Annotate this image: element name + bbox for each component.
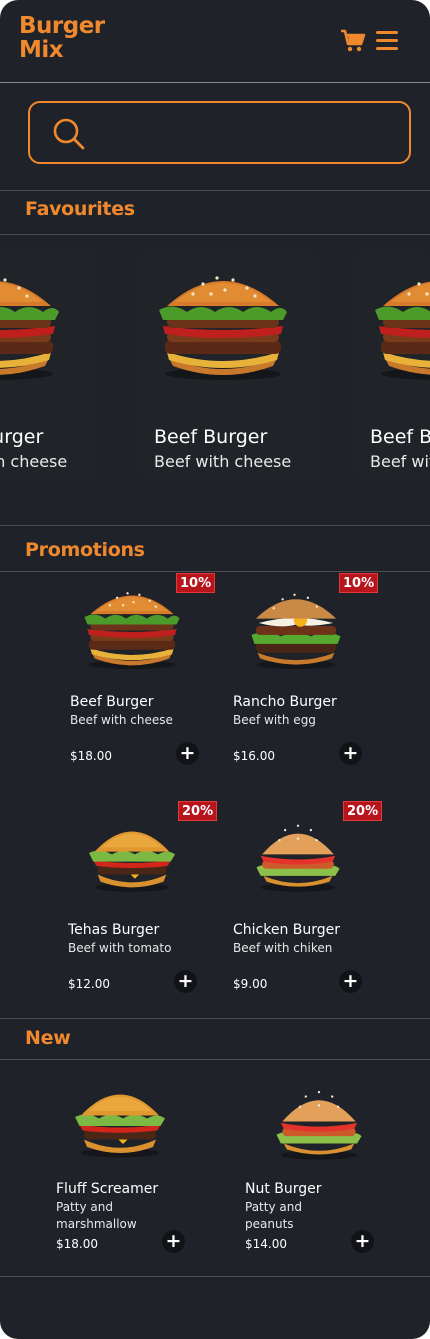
section-title-new: New [25, 1027, 71, 1049]
favourite-name: Beef Burger [154, 426, 268, 448]
discount-badge: 10% [339, 573, 379, 593]
product-image [276, 1090, 362, 1160]
product-desc: Beef with egg [233, 713, 316, 727]
search-bar[interactable] [28, 101, 411, 164]
app-logo[interactable]: Burger Mix [19, 14, 105, 62]
search-icon [53, 118, 85, 150]
product-image [84, 592, 180, 670]
product-image [256, 824, 340, 892]
product-name: Fluff Screamer [56, 1181, 159, 1197]
product-name: Nut Burger [245, 1181, 322, 1197]
product-price: $9.00 [233, 977, 268, 991]
product-price: $18.00 [70, 749, 112, 763]
discount-badge: 20% [343, 801, 383, 821]
divider [0, 1059, 430, 1060]
product-desc: Beef with tomato [68, 941, 172, 955]
hamburger-menu-icon[interactable] [376, 31, 398, 53]
favourite-desc: Beef with cheese [370, 452, 430, 471]
add-to-cart-button[interactable]: + [351, 1230, 374, 1253]
app-screen: Burger Mix Favourites Beef Burger Beef w… [0, 0, 430, 1339]
discount-badge: 20% [178, 801, 218, 821]
logo-line-2: Mix [19, 37, 64, 63]
favourite-name: Beef Burger [370, 426, 430, 448]
add-to-cart-button[interactable]: + [339, 970, 362, 993]
favourite-desc: Beef with cheese [154, 452, 292, 471]
header-divider [0, 82, 430, 83]
product-image [89, 831, 175, 892]
favourite-desc: Beef with cheese [0, 452, 68, 471]
product-price: $16.00 [233, 749, 275, 763]
divider [0, 1276, 430, 1277]
favourite-card[interactable]: Beef Burger Beef with cheese [138, 248, 318, 484]
divider [0, 190, 430, 191]
product-image [75, 1094, 165, 1158]
product-name: Tehas Burger [68, 922, 160, 938]
divider [0, 571, 430, 572]
product-name: Beef Burger [70, 694, 154, 710]
product-price: $12.00 [68, 977, 110, 991]
divider [0, 234, 430, 235]
add-to-cart-button[interactable]: + [174, 970, 197, 993]
product-desc: Beef with cheese [70, 713, 173, 727]
section-title-favourites: Favourites [25, 198, 135, 220]
product-name: Chicken Burger [233, 922, 341, 938]
product-desc: Patty and peanuts [245, 1200, 302, 1231]
product-price: $14.00 [245, 1237, 287, 1251]
add-to-cart-button[interactable]: + [162, 1230, 185, 1253]
favourite-card[interactable]: Beef Burger Beef with cheese [0, 248, 100, 484]
section-title-promotions: Promotions [25, 539, 145, 561]
product-desc: Beef with chiken [233, 941, 333, 955]
logo-line-1: Burger [19, 13, 105, 39]
product-name: Rancho Burger [233, 694, 337, 710]
favourite-name: Beef Burger [0, 426, 44, 448]
discount-badge: 10% [176, 573, 216, 593]
divider [0, 1018, 430, 1019]
cart-icon[interactable] [340, 28, 366, 54]
product-desc: Patty and marshmallow [56, 1200, 137, 1231]
product-price: $18.00 [56, 1237, 98, 1251]
add-to-cart-button[interactable]: + [339, 742, 362, 765]
favourite-card[interactable]: Beef Burger Beef with cheese [354, 248, 430, 484]
divider [0, 525, 430, 526]
add-to-cart-button[interactable]: + [176, 742, 199, 765]
product-image [251, 593, 341, 670]
search-input[interactable] [100, 119, 390, 147]
